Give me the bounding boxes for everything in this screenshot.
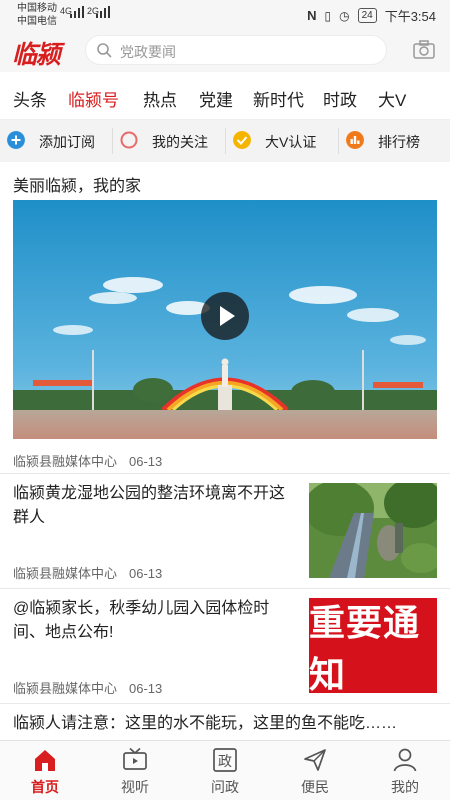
camera-icon[interactable] — [413, 40, 435, 60]
tab-dangjian[interactable]: 党建 — [199, 86, 233, 111]
date-label: 06-13 — [129, 681, 163, 696]
home-icon — [35, 750, 55, 771]
bottom-nav: 首页 视听 政 问政 便民 我的 — [0, 740, 450, 800]
tab-toutiao[interactable]: 头条 — [13, 86, 47, 111]
my-follows-button[interactable]: 我的关注 — [113, 120, 225, 162]
nfc-icon: N — [307, 8, 317, 23]
play-button[interactable] — [201, 292, 249, 340]
section-title[interactable]: 美丽临颍，我的家 — [13, 172, 141, 196]
article-title-1[interactable]: 临颍黄龙湿地公园的整洁环境离不开这群人 — [13, 482, 298, 530]
app-header: 临颍 党政要闻 — [0, 32, 450, 72]
rank-icon — [346, 131, 364, 149]
search-placeholder: 党政要闻 — [120, 44, 176, 60]
tv-icon — [123, 747, 147, 770]
source-label: 临颍县融媒体中心 — [13, 566, 118, 581]
nav-shiting[interactable]: 视听 — [90, 741, 180, 800]
ring-icon — [120, 131, 138, 149]
nav-mine-label: 我的 — [391, 779, 419, 795]
nav-wenzheng[interactable]: 政 问政 — [180, 741, 270, 800]
article-meta-2: 临颍县融媒体中心 06-13 — [13, 678, 162, 697]
alarm-icon: ◷ — [339, 8, 350, 23]
vibrate-icon: ▯ — [324, 8, 332, 23]
search-icon — [97, 43, 112, 58]
check-badge-icon — [233, 131, 251, 149]
tab-xinshidai[interactable]: 新时代 — [253, 86, 304, 111]
ranking-label: 排行榜 — [378, 134, 420, 150]
zheng-icon: 政 — [213, 748, 237, 772]
send-icon — [304, 749, 326, 771]
search-input[interactable]: 党政要闻 — [85, 35, 387, 65]
dav-certification-button[interactable]: 大V认证 — [226, 120, 338, 162]
battery-indicator: 24 — [357, 8, 377, 23]
source-label: 临颍县融媒体中心 — [13, 454, 118, 469]
tab-linyinghao[interactable]: 临颍号 — [68, 86, 119, 111]
status-bar: 中国移动 中国电信 4G 2G N ▯ ◷ 24 下午3:54 — [0, 0, 450, 32]
user-icon — [393, 748, 417, 772]
nav-shiting-label: 视听 — [121, 779, 149, 795]
dav-certification-label: 大V认证 — [265, 134, 317, 150]
signal-icon — [70, 6, 84, 18]
nav-bianmin[interactable]: 便民 — [270, 741, 360, 800]
action-bar: 添加订阅 我的关注 大V认证 排行榜 — [0, 120, 450, 162]
article-thumbnail-1[interactable] — [309, 483, 437, 578]
park-photo — [309, 483, 437, 578]
nav-home-label: 首页 — [31, 779, 59, 795]
article-title-2[interactable]: @临颍家长，秋季幼儿园入园体检时间、地点公布! — [13, 597, 298, 645]
category-tabs: 头条 临颍号 热点 党建 新时代 时政 大V — [0, 72, 450, 120]
app-logo: 临颍 — [12, 40, 61, 69]
signal-icon-2 — [96, 6, 110, 18]
tab-dav[interactable]: 大V — [378, 86, 406, 111]
date-label: 06-13 — [129, 566, 163, 581]
nav-home[interactable]: 首页 — [0, 741, 90, 800]
clock: 下午3:54 — [384, 9, 436, 24]
nav-wenzheng-label: 问政 — [211, 779, 239, 795]
add-subscription-button[interactable]: 添加订阅 — [0, 120, 112, 162]
video-card[interactable] — [13, 200, 437, 439]
article-meta-1: 临颍县融媒体中心 06-13 — [13, 563, 162, 582]
add-subscription-label: 添加订阅 — [39, 134, 95, 150]
nav-mine[interactable]: 我的 — [360, 741, 450, 800]
article-title-3[interactable]: 临颍人请注意：这里的水不能玩，这里的鱼不能吃…… — [13, 712, 443, 736]
article-thumbnail-2[interactable]: 重要通知 — [309, 598, 437, 693]
carrier-1: 中国移动 — [17, 3, 57, 14]
source-label: 临颍县融媒体中心 — [13, 681, 118, 696]
svg-text:政: 政 — [218, 754, 232, 770]
my-follows-label: 我的关注 — [152, 134, 208, 150]
tab-redian[interactable]: 热点 — [143, 86, 177, 111]
ranking-button[interactable]: 排行榜 — [339, 120, 450, 162]
plus-circle-icon — [7, 131, 25, 149]
video-meta: 临颍县融媒体中心 06-13 — [13, 451, 162, 470]
carrier-2: 中国电信 — [17, 16, 57, 27]
date-label: 06-13 — [129, 454, 163, 469]
nav-bianmin-label: 便民 — [301, 779, 329, 795]
tab-shizheng[interactable]: 时政 — [323, 86, 357, 111]
